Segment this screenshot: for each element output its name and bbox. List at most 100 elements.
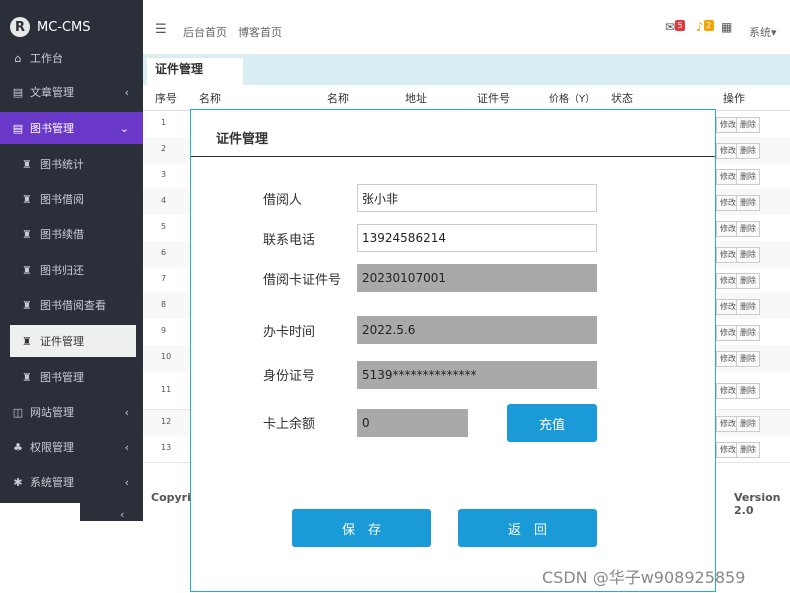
balance-label: 卡上余额	[263, 417, 316, 432]
modal-divider	[191, 156, 715, 157]
card-number-field: 20230107001	[357, 264, 597, 292]
sidebar-subitem-book-stats[interactable]: ♜ 图书统计	[0, 148, 143, 180]
menu-toggle-icon[interactable]: ☰	[155, 22, 167, 37]
article-icon: ▤	[12, 85, 24, 99]
sidebar-item-dashboard[interactable]: ⌂ 工作台	[0, 44, 143, 72]
borrower-label: 借阅人	[263, 193, 303, 208]
sidebar-subitem-label: 图书归还	[40, 264, 84, 277]
row-number: 4	[161, 196, 167, 205]
tab-card-management[interactable]: 证件管理	[147, 58, 243, 86]
borrower-input[interactable]	[357, 184, 597, 212]
sidebar-subitem-label: 图书续借	[40, 228, 84, 241]
sidebar-item-website[interactable]: ◫ 网站管理 ‹	[0, 395, 143, 429]
row-number: 1	[161, 118, 167, 127]
watermark: CSDN @华子w908925859	[542, 568, 746, 587]
recharge-button[interactable]: 充值	[507, 404, 597, 442]
save-button[interactable]: 保 存	[292, 509, 431, 547]
book-icon: ▤	[12, 121, 24, 135]
id-number-field: 5139**************	[357, 361, 597, 389]
home-icon: ⌂	[14, 51, 22, 65]
sidebar-subitem-card-management[interactable]: ♜ 证件管理	[10, 325, 136, 357]
delete-button[interactable]: 删除	[736, 351, 760, 367]
delete-button[interactable]: 删除	[736, 442, 760, 458]
users-icon: ♣	[13, 440, 23, 454]
column-header: 名称	[327, 92, 349, 105]
sidebar-item-label: 文章管理	[30, 86, 74, 99]
cup-icon: ♜	[22, 334, 32, 348]
user-menu[interactable]: 系统▾	[749, 24, 777, 40]
sidebar-subitem-book-borrow[interactable]: ♜ 图书借阅	[0, 183, 143, 215]
sidebar-item-system[interactable]: ✱ 系统管理 ‹	[0, 465, 143, 499]
row-number: 8	[161, 300, 167, 309]
row-number: 12	[161, 417, 172, 426]
cup-icon: ♜	[22, 227, 32, 241]
notification-button[interactable]: ♪ 2	[696, 20, 714, 34]
message-icon: ✉	[665, 20, 676, 34]
phone-label: 联系电话	[263, 233, 316, 248]
sidebar-item-books[interactable]: ▤ 图书管理 ⌄	[0, 112, 143, 144]
sidebar-subitem-book-management[interactable]: ♜ 图书管理	[0, 361, 143, 393]
sidebar-item-articles[interactable]: ▤ 文章管理 ‹	[0, 75, 143, 109]
sidebar-subitem-label: 图书统计	[40, 158, 84, 171]
cup-icon: ♜	[22, 157, 32, 171]
message-button[interactable]: ✉ 5	[665, 20, 686, 34]
row-number: 6	[161, 248, 167, 257]
delete-button[interactable]: 删除	[736, 383, 760, 399]
column-header: 序号	[155, 92, 177, 105]
topbar: ☰ 后台首页 博客首页 ✉ 5 ♪ 2 ▦ 系统▾	[143, 0, 790, 55]
delete-button[interactable]: 删除	[736, 195, 760, 211]
row-number: 13	[161, 443, 172, 452]
modal-title: 证件管理	[216, 132, 269, 147]
column-header: 地址	[405, 92, 427, 105]
delete-button[interactable]: 删除	[736, 325, 760, 341]
message-count-badge: 5	[675, 20, 686, 31]
notification-count-badge: 2	[703, 20, 714, 31]
logo-text: MC-CMS	[37, 19, 91, 35]
cup-icon: ♜	[22, 298, 32, 312]
back-button[interactable]: 返 回	[458, 509, 597, 547]
table-header: 序号 名称 名称 地址 证件号 价格（Y） 状态 操作	[143, 86, 790, 111]
sidebar-subitem-borrow-view[interactable]: ♜ 图书借阅查看	[0, 289, 143, 321]
column-header: 名称	[199, 92, 221, 105]
sidebar-item-label: 图书管理	[30, 122, 74, 135]
delete-button[interactable]: 删除	[736, 299, 760, 315]
sidebar-item-permissions[interactable]: ♣ 权限管理 ‹	[0, 430, 143, 464]
chevron-left-icon: ‹	[124, 440, 129, 454]
delete-button[interactable]: 删除	[736, 273, 760, 289]
sidebar-subitem-book-return[interactable]: ♜ 图书归还	[0, 254, 143, 286]
sidebar-subitem-label: 证件管理	[40, 335, 84, 348]
phone-input[interactable]	[357, 224, 597, 252]
sidebar-subitem-label: 图书借阅	[40, 193, 84, 206]
sidebar-bottom-panel	[0, 503, 80, 521]
row-number: 11	[161, 385, 172, 394]
sidebar: R MC-CMS ⌂ 工作台 ▤ 文章管理 ‹ ▤ 图书管理 ⌄ ♜ 图书统计 …	[0, 0, 143, 521]
row-number: 5	[161, 222, 167, 231]
row-number: 2	[161, 144, 167, 153]
chevron-left-icon[interactable]: ‹	[120, 508, 124, 521]
grid-icon[interactable]: ▦	[721, 20, 732, 34]
delete-button[interactable]: 删除	[736, 247, 760, 263]
website-icon: ◫	[12, 405, 24, 419]
card-management-modal: 证件管理 借阅人 联系电话 借阅卡证件号 20230107001 办卡时间 20…	[190, 109, 716, 592]
column-header: 证件号	[477, 92, 510, 105]
blog-home-link[interactable]: 博客首页	[238, 24, 282, 40]
delete-button[interactable]: 删除	[736, 169, 760, 185]
column-header: 状态	[611, 92, 633, 105]
row-number: 3	[161, 170, 167, 179]
cup-icon: ♜	[22, 263, 32, 277]
chevron-left-icon: ‹	[124, 475, 129, 489]
footer-version: Version 2.0	[734, 491, 781, 517]
admin-home-link[interactable]: 后台首页	[183, 24, 227, 40]
delete-button[interactable]: 删除	[736, 117, 760, 133]
column-header: 价格（Y）	[549, 94, 596, 105]
delete-button[interactable]: 删除	[736, 221, 760, 237]
issue-date-field: 2022.5.6	[357, 316, 597, 344]
sidebar-subitem-book-renew[interactable]: ♜ 图书续借	[0, 218, 143, 250]
chevron-left-icon: ‹	[124, 405, 129, 419]
delete-button[interactable]: 删除	[736, 143, 760, 159]
gear-icon: ✱	[13, 475, 23, 489]
delete-button[interactable]: 删除	[736, 416, 760, 432]
issue-date-label: 办卡时间	[263, 325, 316, 340]
chevron-left-icon: ‹	[124, 85, 129, 99]
sidebar-subitem-label: 图书管理	[40, 371, 84, 384]
